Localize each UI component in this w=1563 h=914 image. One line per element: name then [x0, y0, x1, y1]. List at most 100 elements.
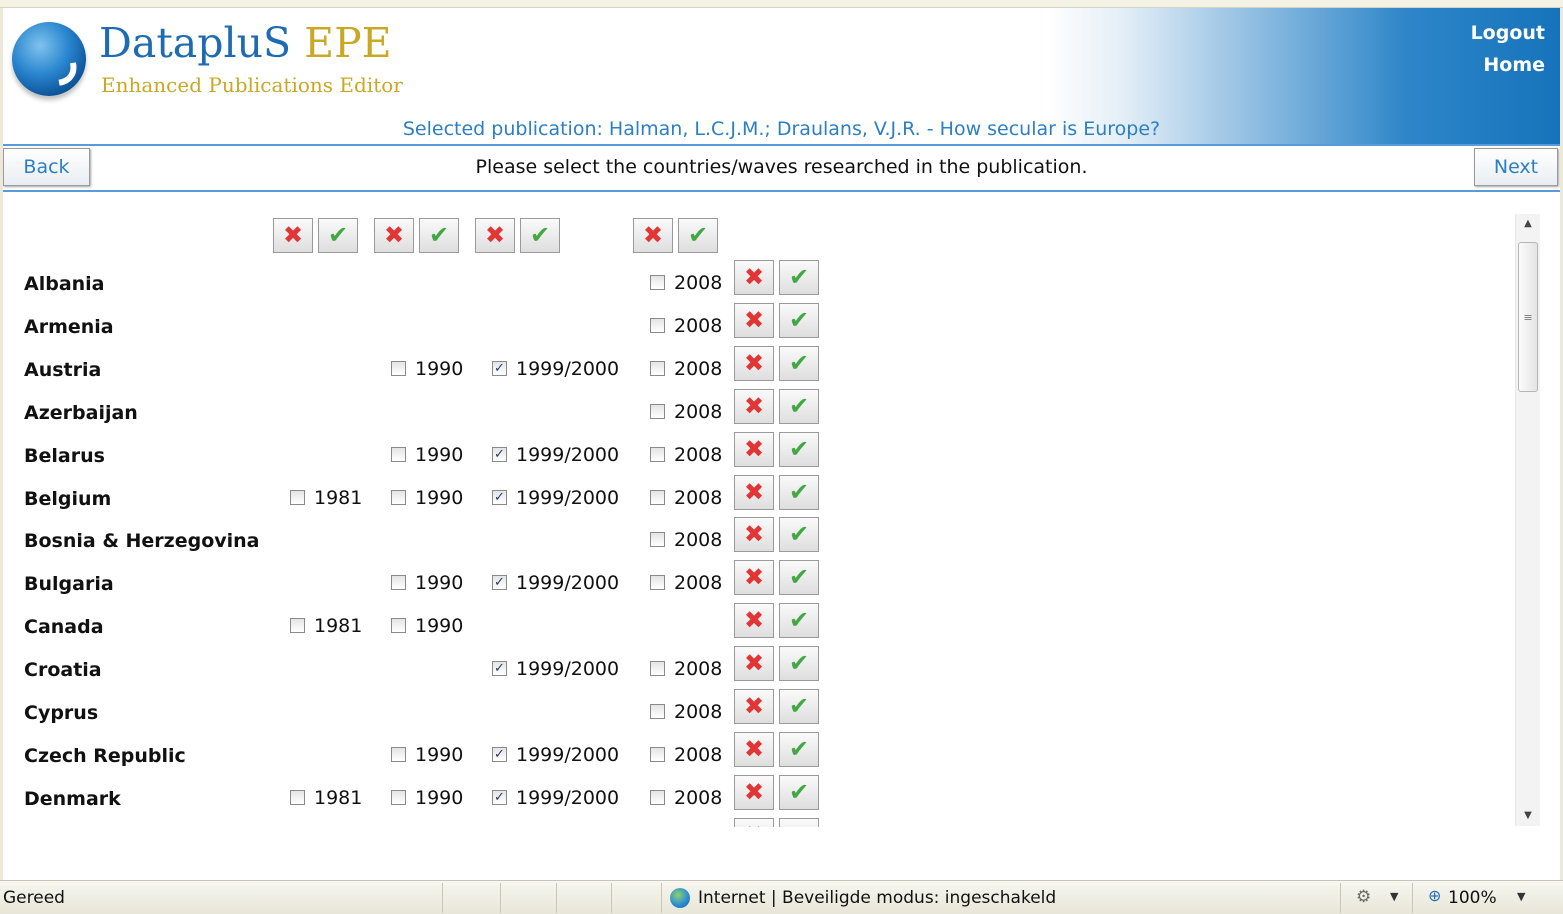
wave-checkbox[interactable]: ✓	[492, 661, 507, 677]
column-2008-select-button[interactable]: ✔	[678, 218, 718, 253]
chevron-down-icon[interactable]: ▼	[1390, 890, 1398, 903]
country-name: Bulgaria	[24, 573, 114, 596]
red-cross-icon: ✖	[743, 692, 765, 720]
wave-checkbox[interactable]: ✓	[492, 446, 507, 462]
column-1990-deselect-button[interactable]: ✖	[374, 218, 414, 253]
wave-checkbox[interactable]	[650, 575, 665, 591]
wave-checkbox[interactable]: ✓	[492, 360, 507, 376]
wave-checkbox[interactable]: ✓	[492, 575, 507, 591]
row-deselect-button[interactable]: ✖	[734, 774, 774, 810]
row-deselect-button[interactable]: ✖	[734, 474, 774, 510]
scroll-down-arrow-icon[interactable]: ▼	[1516, 806, 1540, 826]
row-deselect-button[interactable]: ✖	[734, 560, 774, 596]
app-window: DatapluS EPE Enhanced Publications Edito…	[3, 0, 1560, 880]
wave-checkbox[interactable]	[650, 275, 665, 290]
logout-link[interactable]: Logout	[1471, 22, 1545, 44]
scroll-thumb[interactable]: ≡	[1518, 242, 1538, 392]
wave-checkbox[interactable]: ✓	[492, 489, 507, 505]
row-deselect-button[interactable]: ✖	[734, 603, 774, 639]
wave-checkbox[interactable]	[391, 789, 406, 805]
row-deselect-button[interactable]: ✖	[734, 345, 774, 381]
column-1999-2000-select-button[interactable]: ✔	[520, 218, 560, 253]
brand-subtitle: Enhanced Publications Editor	[101, 73, 403, 97]
row-select-button[interactable]: ✔	[779, 560, 819, 596]
row-deselect-button[interactable]: ✖	[734, 260, 774, 295]
row-select-button[interactable]: ✔	[779, 517, 819, 553]
vertical-scrollbar[interactable]: ▲ ≡ ▼	[1515, 214, 1540, 826]
status-divider	[442, 883, 443, 913]
row-deselect-button[interactable]: ✖	[734, 646, 774, 682]
row-select-button[interactable]: ✔	[779, 731, 819, 767]
status-divider	[661, 883, 662, 913]
country-row: Czech Republic 1990 ✓ 1999/2000 2008 ✖ ✔	[3, 731, 1513, 775]
row-deselect-button[interactable]: ✖	[734, 731, 774, 767]
country-row: Belarus 1990 ✓ 1999/2000 2008 ✖ ✔	[3, 431, 1513, 475]
row-select-button[interactable]: ✔	[779, 302, 819, 338]
wave-checkbox[interactable]	[650, 446, 665, 462]
wave-checkbox[interactable]	[391, 489, 406, 505]
wave-checkbox[interactable]	[650, 532, 665, 548]
row-select-button[interactable]: ✔	[779, 474, 819, 510]
column-1990-select-button[interactable]: ✔	[419, 218, 459, 253]
zoom-level[interactable]: 100%	[1448, 888, 1497, 908]
row-select-button[interactable]: ✔	[779, 817, 819, 827]
column-1999-2000-deselect-button[interactable]: ✖	[475, 218, 515, 253]
wave-checkbox[interactable]	[290, 789, 305, 805]
wave-checkbox[interactable]	[650, 360, 665, 376]
column-2008-deselect-button[interactable]: ✖	[633, 218, 673, 253]
row-deselect-button[interactable]: ✖	[734, 817, 774, 827]
row-select-button[interactable]: ✔	[779, 646, 819, 682]
home-link[interactable]: Home	[1483, 54, 1545, 76]
wave-label: 2008	[674, 272, 723, 294]
row-select-button[interactable]: ✔	[779, 774, 819, 810]
green-check-icon: ✔	[788, 692, 810, 720]
row-deselect-button[interactable]: ✖	[734, 302, 774, 338]
wave-checkbox[interactable]	[650, 661, 665, 677]
column-1981-select-button[interactable]: ✔	[318, 218, 358, 253]
row-select-button[interactable]: ✔	[779, 345, 819, 381]
red-cross-icon: ✖	[743, 606, 765, 635]
column-1981-deselect-button[interactable]: ✖	[273, 218, 313, 253]
wave-label: 1990	[415, 443, 464, 466]
green-check-icon: ✔	[788, 649, 810, 678]
wave-checkbox[interactable]	[391, 746, 406, 762]
row-select-button[interactable]: ✔	[779, 260, 819, 295]
status-divider	[500, 883, 501, 913]
wave-checkbox[interactable]	[650, 403, 665, 419]
zoom-chevron-down-icon[interactable]: ▼	[1517, 890, 1525, 903]
row-deselect-button[interactable]: ✖	[734, 431, 774, 467]
wave-checkbox[interactable]	[650, 746, 665, 762]
zoom-icon[interactable]: ⊕	[1428, 886, 1441, 905]
row-select-button[interactable]: ✔	[779, 431, 819, 467]
wave-checkbox[interactable]: ✓	[492, 746, 507, 762]
green-check-icon: ✔	[687, 221, 709, 249]
row-deselect-button[interactable]: ✖	[734, 517, 774, 553]
wave-checkbox[interactable]	[650, 317, 665, 333]
wave-checkbox[interactable]	[650, 489, 665, 505]
country-row: Azerbaijan 2008 ✖ ✔	[3, 388, 1513, 432]
wave-checkbox[interactable]	[650, 704, 665, 719]
wave-checkbox[interactable]: ✓	[492, 789, 507, 805]
wave-checkbox[interactable]	[391, 360, 406, 376]
wave-checkbox[interactable]	[290, 489, 305, 505]
wave-label: 1990	[415, 786, 464, 809]
status-text: Gereed	[3, 888, 65, 908]
protected-mode-icon[interactable]: ⚙	[1356, 887, 1371, 907]
wave-checkbox[interactable]	[290, 618, 305, 634]
row-deselect-button[interactable]: ✖	[734, 689, 774, 724]
country-row: Canada 1981 1990 ✖ ✔	[3, 603, 1513, 646]
wave-label: 1981	[314, 486, 363, 509]
wave-label: 1999/2000	[516, 357, 620, 380]
scroll-up-arrow-icon[interactable]: ▲	[1516, 214, 1540, 234]
row-select-button[interactable]: ✔	[779, 689, 819, 724]
row-select-button[interactable]: ✔	[779, 388, 819, 424]
country-name: Belgium	[24, 487, 112, 510]
wave-checkbox[interactable]	[391, 618, 406, 634]
next-button[interactable]: Next	[1474, 148, 1558, 186]
wave-checkbox[interactable]	[391, 575, 406, 591]
wave-label: 2008	[674, 357, 723, 380]
row-deselect-button[interactable]: ✖	[734, 388, 774, 424]
wave-checkbox[interactable]	[650, 789, 665, 805]
wave-checkbox[interactable]	[391, 446, 406, 462]
row-select-button[interactable]: ✔	[779, 603, 819, 639]
